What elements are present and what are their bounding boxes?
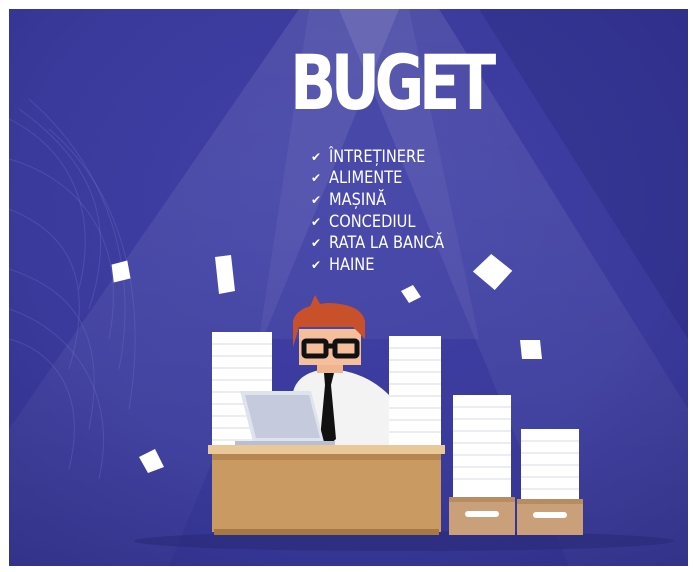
paper-stack-box-b: [517, 429, 583, 535]
check-icon: ✔: [311, 192, 322, 207]
budget-checklist: ✔ ÎNTREȚINERE ✔ ALIMENTE ✔ MAȘINĂ ✔ CONC…: [311, 146, 463, 276]
list-item: ✔ ÎNTREȚINERE: [311, 146, 426, 167]
check-icon: ✔: [311, 257, 322, 272]
paper-stack-right: [389, 336, 441, 453]
list-item: ✔ HAINE: [311, 254, 375, 275]
check-icon: ✔: [311, 214, 322, 229]
check-icon: ✔: [311, 236, 322, 251]
list-item: ✔ CONCEDIUL: [311, 211, 416, 232]
list-item: ✔ RATA LA BANCĂ: [311, 233, 445, 254]
list-item: ✔ ALIMENTE: [311, 168, 403, 189]
desk: [208, 445, 445, 535]
page-title: BUGET: [290, 38, 496, 127]
list-item: ✔ MAȘINĂ: [311, 189, 387, 210]
check-icon: ✔: [311, 149, 322, 164]
paper-stack-box-a: [449, 395, 515, 535]
check-icon: ✔: [311, 171, 322, 186]
illustration-frame: BUGET ✔ ÎNTREȚINERE ✔ ALIMENTE ✔ MAȘINĂ …: [9, 9, 688, 566]
